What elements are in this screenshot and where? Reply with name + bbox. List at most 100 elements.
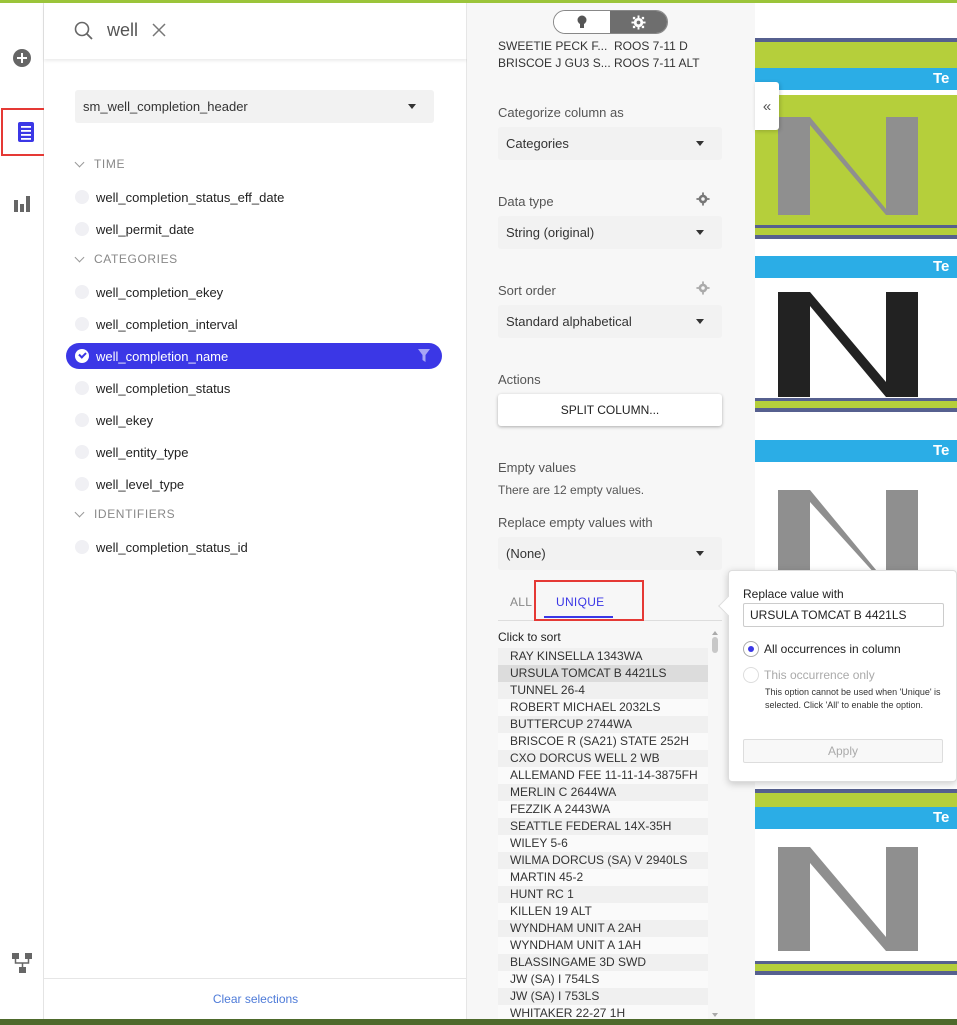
tab-all[interactable]: ALL xyxy=(510,595,532,609)
sheet-thumbnail[interactable]: Te xyxy=(755,38,957,90)
chevron-down-icon xyxy=(74,157,85,167)
sort-order-gear-icon[interactable] xyxy=(696,281,710,298)
group-header-time[interactable]: TIME xyxy=(74,157,125,171)
value-row[interactable]: FEZZIK A 2443WA xyxy=(498,801,708,818)
field-item[interactable]: well_ekey xyxy=(66,407,442,433)
value-row[interactable]: ROBERT MICHAEL 2032LS xyxy=(498,699,708,716)
sheet-body xyxy=(755,278,957,398)
sheet-letter-n xyxy=(778,292,918,397)
search-input[interactable]: well xyxy=(107,20,138,41)
field-item[interactable]: well_permit_date xyxy=(66,216,442,242)
add-icon[interactable] xyxy=(0,36,44,80)
value-row[interactable]: JW (SA) I 754LS xyxy=(498,971,708,988)
group-header-categories[interactable]: CATEGORIES xyxy=(74,252,178,266)
group-header-identifiers[interactable]: IDENTIFIERS xyxy=(74,507,175,521)
value-row[interactable]: WYNDHAM UNIT A 1AH xyxy=(498,937,708,954)
field-item[interactable]: well_completion_name xyxy=(66,343,442,369)
field-dot-icon[interactable] xyxy=(75,477,89,491)
radio-all-occurrences[interactable] xyxy=(743,641,759,657)
scroll-thumb[interactable] xyxy=(712,637,718,653)
clear-selections-link[interactable]: Clear selections xyxy=(44,978,467,1019)
settings-panel: SWEETIE PECK F... ROOS 7-11 D BRISCOE J G… xyxy=(467,3,755,1019)
insights-tab[interactable] xyxy=(554,11,611,33)
sheet-thumbnail[interactable]: Te xyxy=(755,256,957,412)
value-row[interactable]: WYNDHAM UNIT A 2AH xyxy=(498,920,708,937)
sheet-thumbnail[interactable] xyxy=(755,95,957,239)
data-type-select[interactable]: String (original) xyxy=(498,216,722,249)
sheet-canvas: Te Te Te Te xyxy=(755,3,957,1019)
field-dot-icon[interactable] xyxy=(75,445,89,459)
sort-order-label: Sort order xyxy=(498,283,556,298)
apply-button[interactable]: Apply xyxy=(743,739,943,763)
value-row[interactable]: WHITAKER 22-27 1H xyxy=(498,1005,708,1019)
chevron-down-icon xyxy=(696,141,704,146)
data-model-icon[interactable] xyxy=(0,941,44,985)
replace-empty-select[interactable]: (None) xyxy=(498,537,722,570)
empty-values-note: There are 12 empty values. xyxy=(498,483,645,497)
sheet-body xyxy=(755,95,957,225)
field-item[interactable]: well_level_type xyxy=(66,471,442,497)
value-row[interactable]: TUNNEL 26-4 xyxy=(498,682,708,699)
sheet-thumbnail[interactable]: Te xyxy=(755,789,957,975)
settings-tab[interactable] xyxy=(610,11,667,33)
value-row[interactable]: BLASSINGAME 3D SWD xyxy=(498,954,708,971)
field-dot-icon[interactable] xyxy=(75,381,89,395)
field-item[interactable]: well_completion_status_id xyxy=(66,534,442,560)
search-bar: well xyxy=(44,3,467,59)
value-row[interactable]: KILLEN 19 ALT xyxy=(498,903,708,920)
value-row[interactable]: WILMA DORCUS (SA) V 2940LS xyxy=(498,852,708,869)
tab-unique[interactable]: UNIQUE xyxy=(556,595,604,609)
field-dot-icon[interactable] xyxy=(75,222,89,236)
sheet-title: Te xyxy=(755,256,957,278)
value-row[interactable]: BRISCOE R (SA21) STATE 252H xyxy=(498,733,708,750)
chevron-down-icon xyxy=(408,104,416,109)
value-row[interactable]: URSULA TOMCAT B 4421LS xyxy=(498,665,708,682)
field-label: well_completion_status_id xyxy=(96,539,248,555)
value-row[interactable]: BUTTERCUP 2744WA xyxy=(498,716,708,733)
preview-cell: BRISCOE J GU3 S... xyxy=(498,56,611,70)
replace-value-input[interactable]: URSULA TOMCAT B 4421LS xyxy=(743,603,944,627)
data-type-gear-icon[interactable] xyxy=(696,192,710,209)
filter-icon[interactable] xyxy=(418,349,430,366)
value-row[interactable]: HUNT RC 1 xyxy=(498,886,708,903)
values-scrollbar[interactable] xyxy=(711,631,719,1019)
field-item[interactable]: well_completion_status xyxy=(66,375,442,401)
sort-order-select[interactable]: Standard alphabetical xyxy=(498,305,722,338)
bar-chart-icon[interactable] xyxy=(0,181,44,225)
value-row[interactable]: SEATTLE FEDERAL 14X-35H xyxy=(498,818,708,835)
field-item[interactable]: well_completion_interval xyxy=(66,311,442,337)
field-dot-icon[interactable] xyxy=(75,540,89,554)
field-item[interactable]: well_completion_status_eff_date xyxy=(66,184,442,210)
table-select[interactable]: sm_well_completion_header xyxy=(75,90,434,123)
value-row[interactable]: MERLIN C 2644WA xyxy=(498,784,708,801)
collapse-panel-button[interactable]: « xyxy=(755,82,779,130)
radio-this-occurrence[interactable] xyxy=(743,667,759,683)
field-item[interactable]: well_entity_type xyxy=(66,439,442,465)
field-dot-icon[interactable] xyxy=(75,285,89,299)
empty-values-label: Empty values xyxy=(498,460,577,475)
field-dot-icon[interactable] xyxy=(75,317,89,331)
replace-empty-value: (None) xyxy=(506,546,546,561)
value-row[interactable]: RAY KINSELLA 1343WA xyxy=(498,648,708,665)
value-row[interactable]: WILEY 5-6 xyxy=(498,835,708,852)
check-circle-icon[interactable] xyxy=(75,349,89,363)
field-item[interactable]: well_completion_ekey xyxy=(66,279,442,305)
sheet-stripe xyxy=(755,225,957,239)
panel-toggle[interactable] xyxy=(553,10,668,34)
values-tabs: ALL UNIQUE xyxy=(498,580,722,621)
field-dot-icon[interactable] xyxy=(75,413,89,427)
field-dot-icon[interactable] xyxy=(75,190,89,204)
scroll-down-icon[interactable] xyxy=(712,1013,718,1017)
split-column-button[interactable]: SPLIT COLUMN... xyxy=(498,394,722,426)
click-to-sort-header[interactable]: Click to sort xyxy=(498,630,561,644)
active-tab-indicator xyxy=(544,616,613,618)
value-row[interactable]: CXO DORCUS WELL 2 WB xyxy=(498,750,708,767)
preview-row: SWEETIE PECK F... ROOS 7-11 D xyxy=(498,39,688,53)
value-row[interactable]: ALLEMAND FEE 11-11-14-3875FH xyxy=(498,767,708,784)
value-row[interactable]: JW (SA) I 753LS xyxy=(498,988,708,1005)
clear-search-icon[interactable] xyxy=(152,23,166,40)
categorize-select[interactable]: Categories xyxy=(498,127,722,160)
scroll-up-icon[interactable] xyxy=(712,631,718,635)
preview-cell: SWEETIE PECK F... xyxy=(498,39,608,53)
value-row[interactable]: MARTIN 45-2 xyxy=(498,869,708,886)
